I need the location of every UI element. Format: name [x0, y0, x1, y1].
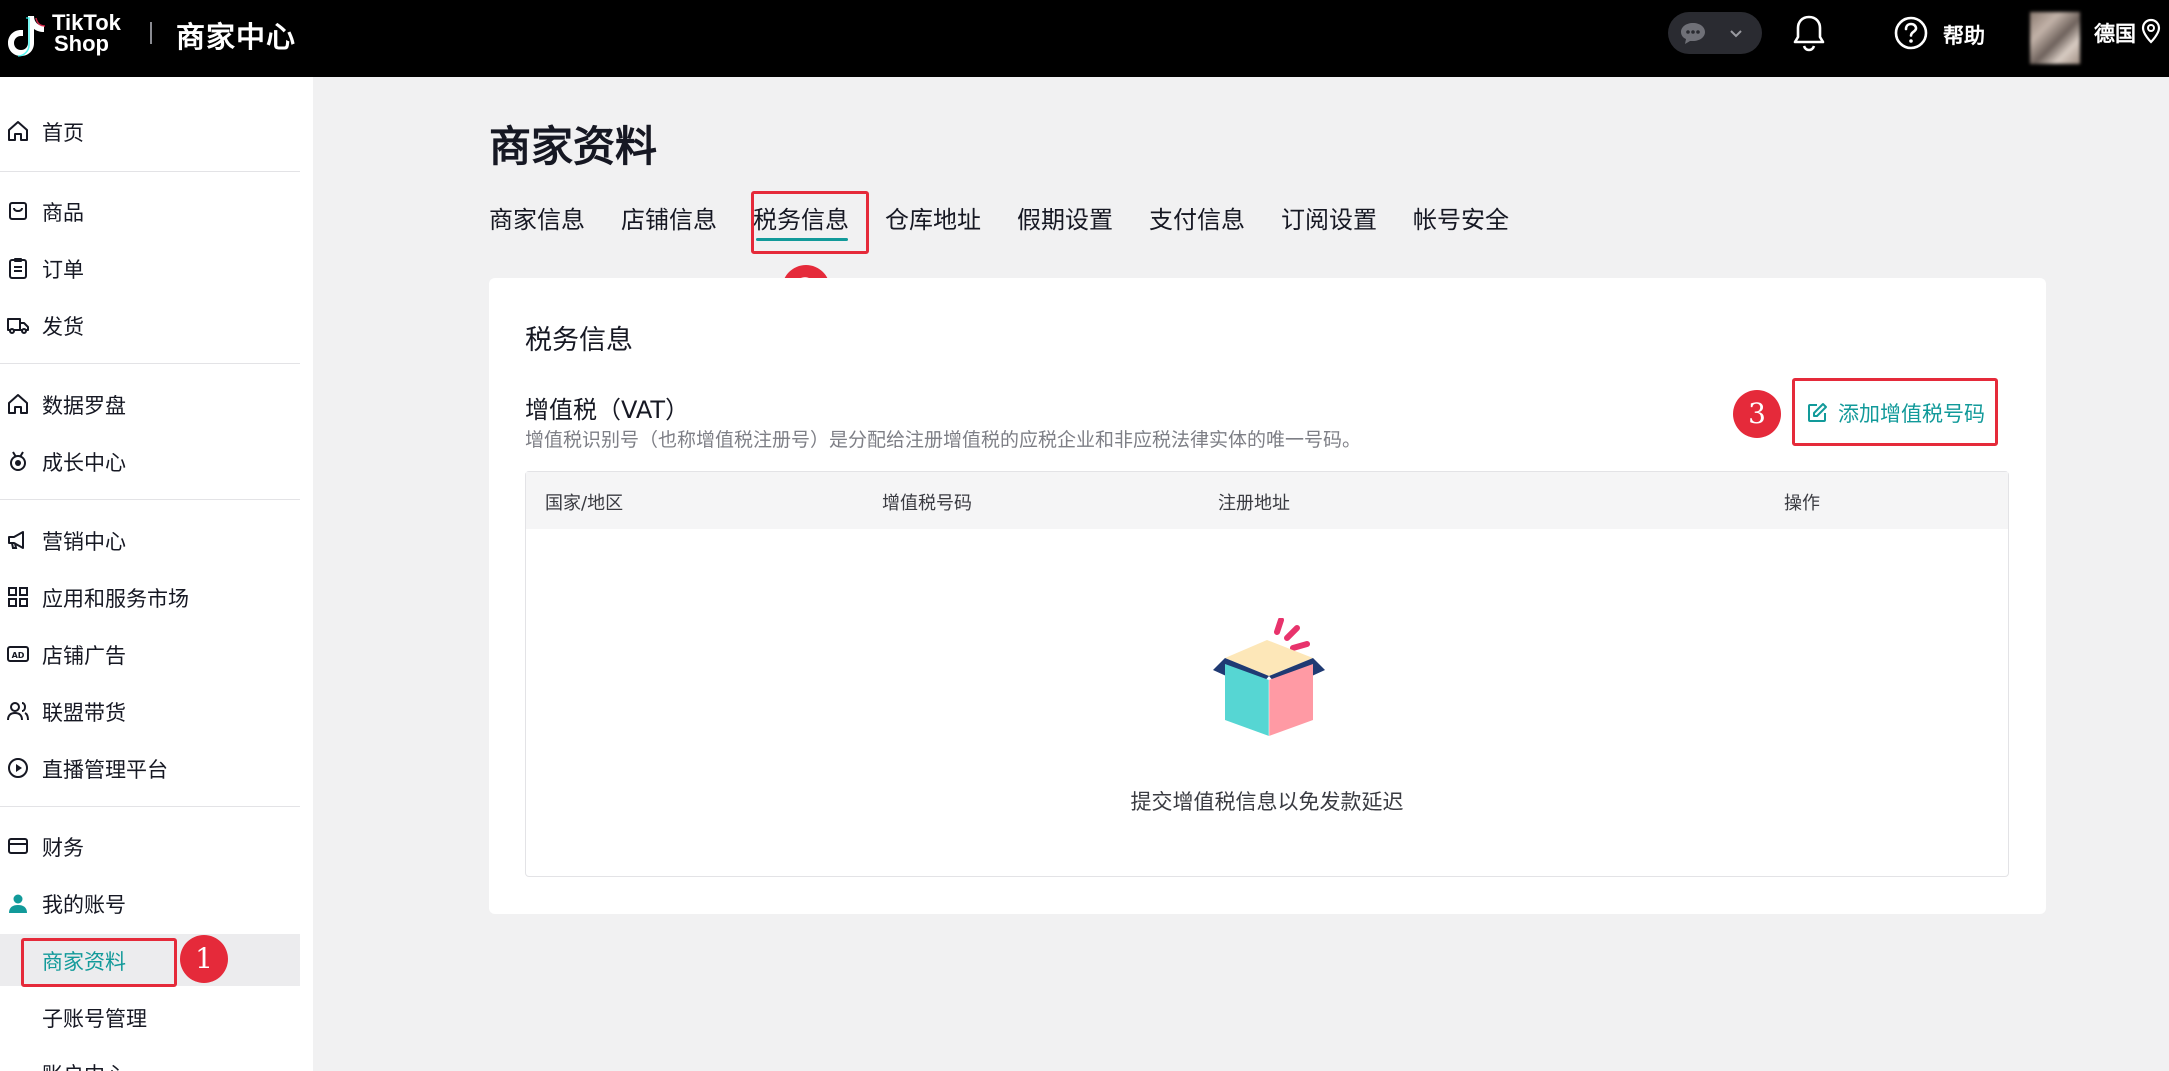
sidebar-subitem-label: 子账号管理 — [42, 1007, 147, 1031]
help-link[interactable]: 帮助 — [1943, 20, 1985, 50]
annotation-marker-3: 3 — [1733, 390, 1781, 438]
help-icon[interactable] — [1893, 15, 1929, 51]
play-circle-icon — [8, 758, 28, 778]
megaphone-icon — [8, 531, 24, 549]
sidebar-item-data-compass[interactable]: 数据罗盘 — [0, 378, 300, 430]
chat-bubble-icon — [1681, 23, 1705, 44]
annotation-box-2 — [751, 191, 869, 254]
product-bag-icon — [9, 202, 27, 220]
sidebar-item-growth-center[interactable]: 成长中心 — [0, 435, 300, 487]
sidebar-divider — [0, 499, 300, 500]
user-icon — [9, 894, 27, 913]
vat-table: 国家/地区 增值税号码 注册地址 操作 提交增值税信息以免发款延迟 — [525, 471, 2009, 877]
sidebar: 首页 商品 订单 发货 数据罗盘 成长中心 营销中心 应用和服务市场 AD 店铺… — [0, 77, 313, 1071]
sidebar-subitem-account-center[interactable]: 账户中心 — [0, 1047, 300, 1071]
tab-subscription-settings[interactable]: 订阅设置 — [1281, 200, 1377, 235]
empty-box-icon — [1213, 618, 1325, 736]
tab-shop-info[interactable]: 店铺信息 — [621, 200, 717, 235]
tiktok-logo-icon — [8, 16, 46, 57]
medal-icon — [10, 451, 26, 471]
sidebar-divider — [0, 806, 300, 807]
sidebar-item-label: 发货 — [42, 315, 84, 339]
sidebar-item-live-platform[interactable]: 直播管理平台 — [0, 742, 300, 794]
tab-payment-info[interactable]: 支付信息 — [1149, 200, 1245, 235]
sidebar-item-finance[interactable]: 财务 — [0, 820, 300, 872]
wallet-icon — [8, 838, 28, 854]
tab-holiday-settings[interactable]: 假期设置 — [1017, 200, 1113, 235]
logo-line2: Shop — [54, 31, 109, 56]
sidebar-subitem-sub-accounts[interactable]: 子账号管理 — [0, 991, 300, 1043]
card-title: 税务信息 — [525, 325, 633, 356]
logo-line1: TikTok — [52, 10, 121, 35]
people-icon — [7, 702, 29, 721]
sidebar-item-label: 直播管理平台 — [42, 758, 168, 782]
annotation-box-3 — [1792, 378, 1998, 446]
page-title: 商家资料 — [489, 122, 658, 171]
sidebar-divider — [0, 363, 300, 364]
annotation-box-1 — [21, 938, 177, 987]
sidebar-item-orders[interactable]: 订单 — [0, 242, 300, 294]
vat-description: 增值税识别号（也称增值税注册号）是分配给注册增值税的应税企业和非应税法律实体的唯… — [525, 429, 1362, 451]
empty-state-text: 提交增值税信息以免发款延迟 — [1130, 790, 1404, 814]
tiktok-shop-logo[interactable]: TikTok Shop — [6, 10, 126, 60]
sidebar-item-label: 应用和服务市场 — [42, 587, 189, 611]
sidebar-item-app-market[interactable]: 应用和服务市场 — [0, 571, 300, 623]
annotation-marker-1: 1 — [180, 935, 228, 983]
messages-dropdown[interactable] — [1668, 12, 1762, 54]
tab-warehouse-address[interactable]: 仓库地址 — [885, 200, 981, 235]
sidebar-item-products[interactable]: 商品 — [0, 185, 300, 237]
apps-grid-icon — [8, 587, 28, 607]
sidebar-item-label: 联盟带货 — [42, 701, 126, 725]
column-header-country: 国家/地区 — [545, 493, 624, 514]
sidebar-subitem-label: 账户中心 — [42, 1059, 126, 1071]
app-title: 商家中心 — [176, 20, 297, 54]
compass-home-icon — [8, 394, 28, 414]
column-header-registered-address: 注册地址 — [1218, 493, 1290, 514]
sidebar-item-marketing[interactable]: 营销中心 — [0, 514, 300, 566]
country-selector[interactable]: 德国 — [2094, 18, 2136, 48]
logo-text: TikTok Shop — [52, 10, 121, 56]
vat-section-title: 增值税（VAT） — [525, 396, 690, 424]
sidebar-item-label: 营销中心 — [42, 530, 126, 554]
truck-icon — [7, 318, 29, 334]
header-divider — [150, 22, 152, 44]
sidebar-item-shop-ads[interactable]: AD 店铺广告 — [0, 628, 300, 680]
sidebar-item-label: 订单 — [42, 258, 84, 282]
sidebar-item-home[interactable]: 首页 — [0, 105, 300, 157]
column-header-actions: 操作 — [1784, 493, 1820, 514]
chevron-down-icon — [1730, 30, 1742, 38]
ad-icon: AD — [7, 646, 29, 662]
location-pin-icon — [2141, 18, 2161, 44]
sidebar-item-shipping[interactable]: 发货 — [0, 299, 300, 351]
sidebar-item-label: 数据罗盘 — [42, 394, 126, 418]
sidebar-item-label: 店铺广告 — [42, 644, 126, 668]
clipboard-icon — [9, 258, 27, 279]
sidebar-item-label: 首页 — [42, 121, 84, 145]
home-icon — [8, 121, 28, 141]
top-bar: TikTok Shop 商家中心 帮助 德国 — [0, 0, 2169, 77]
sidebar-item-label: 财务 — [42, 836, 84, 860]
sidebar-item-label: 成长中心 — [42, 451, 126, 475]
avatar[interactable] — [2030, 12, 2080, 64]
bell-icon[interactable] — [1792, 14, 1826, 52]
tab-merchant-info[interactable]: 商家信息 — [489, 200, 585, 235]
sidebar-item-label: 我的账号 — [42, 893, 126, 917]
sidebar-item-my-account[interactable]: 我的账号 — [0, 877, 300, 929]
sidebar-item-label: 商品 — [42, 201, 84, 225]
svg-text:AD: AD — [12, 651, 25, 660]
tab-account-security[interactable]: 帐号安全 — [1413, 200, 1509, 235]
sidebar-divider — [0, 171, 300, 172]
sidebar-item-affiliate[interactable]: 联盟带货 — [0, 685, 300, 737]
table-header: 国家/地区 增值税号码 注册地址 操作 — [526, 472, 2008, 529]
column-header-vat-number: 增值税号码 — [882, 493, 972, 514]
